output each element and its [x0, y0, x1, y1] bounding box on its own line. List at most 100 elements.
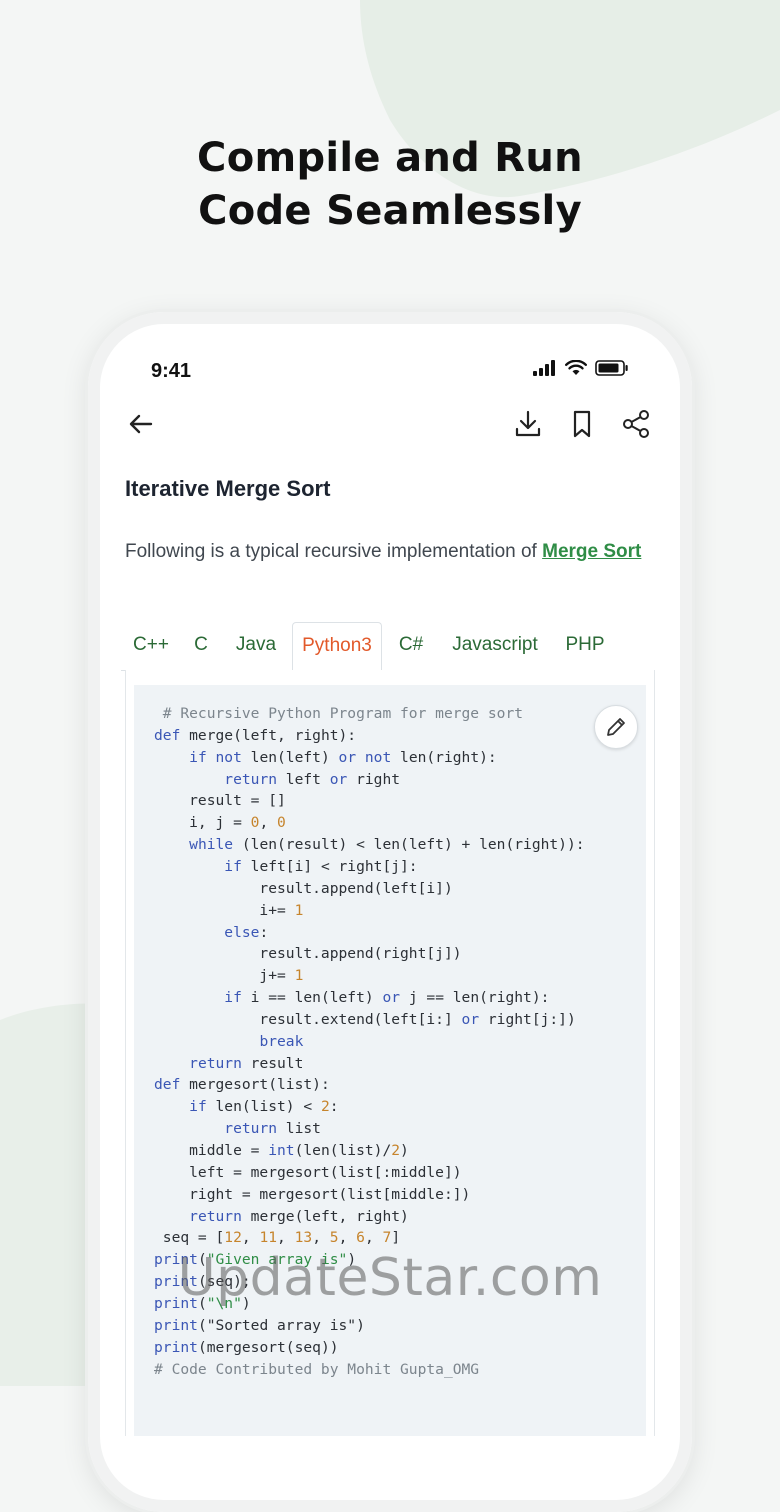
code-line: if left[i] < right[j]:	[154, 856, 417, 878]
code-token: 0	[277, 814, 286, 832]
code-token: list	[277, 1120, 321, 1138]
code-token: if not	[189, 748, 242, 766]
code-token: i, j =	[154, 814, 251, 832]
code-token: result.append(right[j])	[154, 945, 462, 963]
status-time: 9:41	[151, 360, 192, 382]
code-token: mergesort(list):	[180, 1076, 330, 1094]
code-line: return merge(left, right)	[154, 1206, 409, 1228]
code-line: while (len(result) < len(left) + len(rig…	[154, 834, 585, 856]
code-token: if	[224, 857, 242, 875]
code-token: :	[329, 1098, 339, 1116]
tab-python3[interactable]: Python3	[292, 622, 382, 671]
code-token: (mergesort(seq))	[197, 1338, 339, 1356]
edit-code-button[interactable]	[594, 705, 638, 749]
code-block: # Recursive Python Program for merge sor…	[134, 685, 646, 1436]
code-line: if i == len(left) or j == len(right):	[154, 987, 549, 1009]
code-token: 5	[329, 1229, 339, 1247]
code-token: or	[382, 989, 401, 1007]
code-line: return list	[154, 1118, 321, 1140]
tab-javascript[interactable]: Javascript	[439, 622, 551, 668]
code-token: ,	[364, 1229, 383, 1247]
code-token: ,	[277, 1229, 295, 1247]
code-token: ("Sorted array is")	[197, 1316, 365, 1334]
tab-csharp[interactable]: C#	[389, 622, 433, 668]
code-line: return result	[154, 1053, 303, 1075]
code-token: return	[189, 1054, 242, 1072]
article-title: Iterative Merge Sort	[125, 476, 331, 501]
code-line: result.append(left[i])	[154, 878, 452, 900]
code-token: seq = [	[154, 1229, 225, 1247]
code-token: i == len(left)	[241, 989, 383, 1007]
merge-sort-link[interactable]: Merge Sort	[542, 541, 641, 562]
code-token: 11	[259, 1229, 278, 1247]
code-token: (len(result) < len(left) + len(right)):	[233, 836, 585, 854]
code-token: left	[277, 770, 330, 788]
tab-cpp[interactable]: C++	[121, 622, 181, 668]
code-token: right	[347, 770, 401, 788]
wifi-icon	[565, 360, 587, 375]
code-line: # Recursive Python Program for merge sor…	[154, 703, 523, 725]
code-token: ]	[391, 1229, 401, 1247]
code-token: 6	[356, 1229, 365, 1247]
headline-line-1: Compile and Run	[197, 135, 583, 181]
share-icon[interactable]	[620, 408, 652, 440]
status-icons	[533, 360, 629, 376]
code-line: j+= 1	[154, 965, 303, 987]
code-token: # Code Contributed by Mohit Gupta_OMG	[154, 1360, 480, 1378]
tab-c[interactable]: C	[181, 622, 221, 668]
code-line: print("Sorted array is")	[154, 1315, 365, 1337]
code-line: else:	[154, 922, 268, 944]
code-token: return	[224, 1120, 278, 1138]
code-line: middle = int(len(list)/2)	[154, 1140, 409, 1162]
code-token: middle =	[154, 1142, 269, 1159]
code-line: return left or right	[154, 769, 400, 791]
code-token: int	[268, 1142, 295, 1159]
code-line: if len(list) < 2:	[154, 1096, 339, 1118]
code-line: right = mergesort(list[middle:])	[154, 1184, 470, 1206]
pencil-icon	[607, 718, 625, 736]
battery-icon	[595, 360, 628, 376]
code-token: ,	[338, 1229, 357, 1247]
tab-java[interactable]: Java	[223, 622, 289, 668]
code-token: def	[154, 1076, 181, 1094]
language-tabs: C++ C Java Python3 C# Javascript PHP	[121, 622, 655, 671]
code-token: i+=	[154, 901, 295, 919]
status-bar: 9:41	[111, 336, 669, 402]
download-icon[interactable]	[512, 408, 544, 440]
tab-php[interactable]: PHP	[557, 622, 613, 668]
code-line: if not len(left) or not len(right):	[154, 747, 497, 769]
arrow-left-icon[interactable]	[125, 408, 157, 440]
code-token: len(list) <	[206, 1098, 321, 1116]
code-token: result	[241, 1054, 304, 1072]
code-token: (len(list)/	[294, 1142, 392, 1159]
code-token: result.extend(left[i:]	[154, 1010, 462, 1028]
code-token: 1	[294, 967, 304, 985]
code-token: j == len(right):	[400, 989, 550, 1007]
signal-icon	[533, 360, 555, 376]
code-line: def merge(left, right):	[154, 725, 356, 747]
code-token: 13	[294, 1229, 313, 1247]
code-token: break	[259, 1032, 304, 1050]
code-token: right = mergesort(list[middle:])	[154, 1185, 471, 1203]
code-line: def mergesort(list):	[154, 1074, 330, 1096]
code-panel: # Recursive Python Program for merge sor…	[125, 670, 655, 1436]
code-token: or	[329, 770, 348, 788]
code-token: if	[224, 989, 242, 1007]
code-token: merge(left, right)	[241, 1207, 409, 1225]
code-token: ,	[312, 1229, 330, 1247]
code-token: j+=	[154, 967, 295, 985]
code-line: result = []	[154, 790, 286, 812]
code-token: len(right):	[391, 748, 497, 766]
code-token: while	[189, 836, 234, 854]
bookmark-icon[interactable]	[566, 408, 598, 440]
code-line: left = mergesort(list[:middle])	[154, 1162, 461, 1184]
code-token: print	[154, 1316, 198, 1334]
code-token: or	[461, 1010, 480, 1028]
